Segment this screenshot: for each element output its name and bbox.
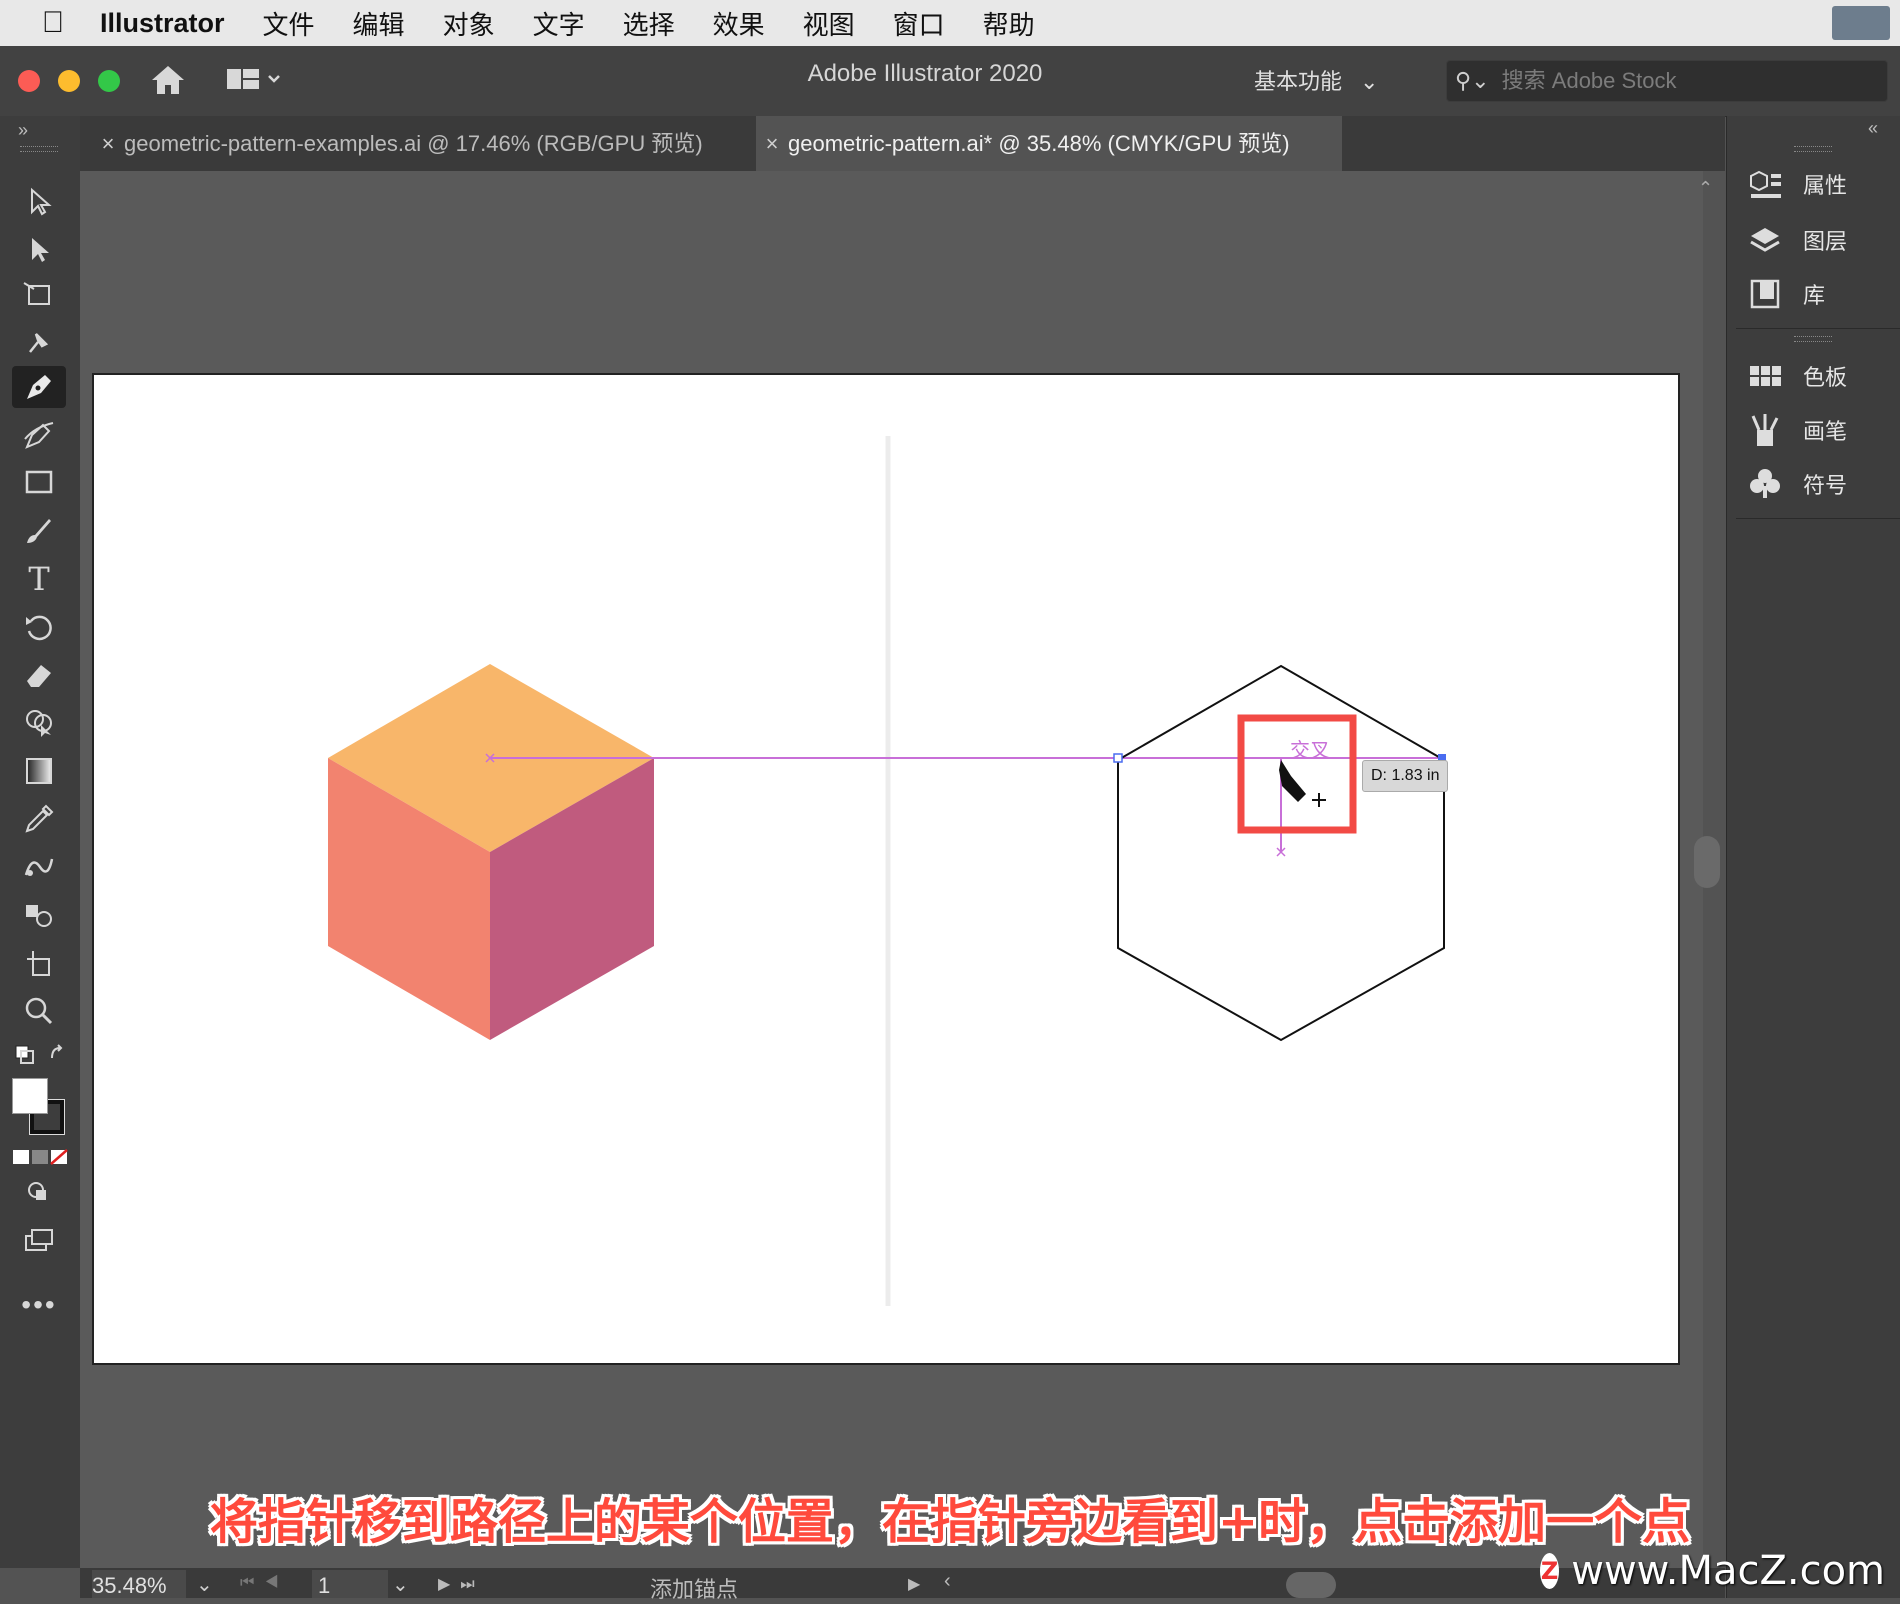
dock-label: 库 bbox=[1803, 284, 1826, 309]
tutorial-caption: 将指针移到路径上的某个位置，在指针旁边看到+时，点击添加一个点 bbox=[209, 1494, 1691, 1550]
first-artboard-icon[interactable]: ⏮◀ bbox=[240, 1574, 289, 1592]
libraries-icon bbox=[1745, 274, 1785, 314]
dock-divider bbox=[1736, 518, 1900, 519]
dock-item-layers[interactable]: 图层 bbox=[1745, 218, 1847, 262]
dock-label: 符号 bbox=[1803, 474, 1848, 499]
next-artboard-icon[interactable]: ▶⏭ bbox=[438, 1574, 485, 1594]
smart-guide-label: 交叉 bbox=[1290, 738, 1330, 762]
dock-item-brushes[interactable]: 画笔 bbox=[1745, 408, 1847, 452]
dock-item-swatches[interactable]: 色板 bbox=[1745, 354, 1847, 398]
dock-grip[interactable] bbox=[1794, 336, 1832, 342]
symbols-icon bbox=[1745, 464, 1785, 504]
dock-label: 色板 bbox=[1803, 366, 1848, 391]
brushes-icon bbox=[1745, 410, 1785, 450]
zoom-level-field[interactable]: 35.48% bbox=[92, 1570, 186, 1598]
swatches-icon bbox=[1745, 356, 1785, 396]
watermark: Z www.MacZ.com bbox=[1540, 1546, 1885, 1596]
layers-icon bbox=[1745, 220, 1785, 260]
dock-divider bbox=[1736, 328, 1900, 329]
distance-tooltip: D: 1.83 in bbox=[1362, 760, 1449, 792]
dock-item-properties[interactable]: 属性 bbox=[1745, 162, 1847, 206]
dock-item-symbols[interactable]: 符号 bbox=[1745, 462, 1847, 506]
scroll-left-icon[interactable]: ‹ bbox=[944, 1570, 951, 1593]
dock-grip[interactable] bbox=[1794, 146, 1832, 152]
properties-icon bbox=[1745, 164, 1785, 204]
pen-cursor-icon bbox=[1279, 760, 1326, 807]
collapse-dock-icon[interactable]: « bbox=[1868, 118, 1878, 139]
chevron-down-icon[interactable]: ⌄ bbox=[392, 1572, 409, 1597]
watermark-text: www.MacZ.com bbox=[1571, 1548, 1885, 1594]
artboard-number-field[interactable]: 1 bbox=[312, 1570, 388, 1598]
anchor-point[interactable] bbox=[1113, 753, 1123, 763]
horizontal-scrollbar-thumb[interactable] bbox=[1286, 1572, 1336, 1598]
macz-logo-icon: Z bbox=[1540, 1553, 1560, 1589]
chevron-down-icon[interactable]: ⌄ bbox=[196, 1572, 213, 1597]
artwork-layer bbox=[328, 436, 1446, 1306]
current-tool-status: 添加锚点 bbox=[650, 1578, 739, 1603]
dock-label: 画笔 bbox=[1803, 420, 1848, 445]
dock-label: 图层 bbox=[1803, 230, 1848, 255]
status-menu-arrow-icon[interactable]: ▶ bbox=[908, 1574, 920, 1594]
dock-label: 属性 bbox=[1803, 174, 1848, 199]
dock-item-libraries[interactable]: 库 bbox=[1745, 272, 1825, 316]
